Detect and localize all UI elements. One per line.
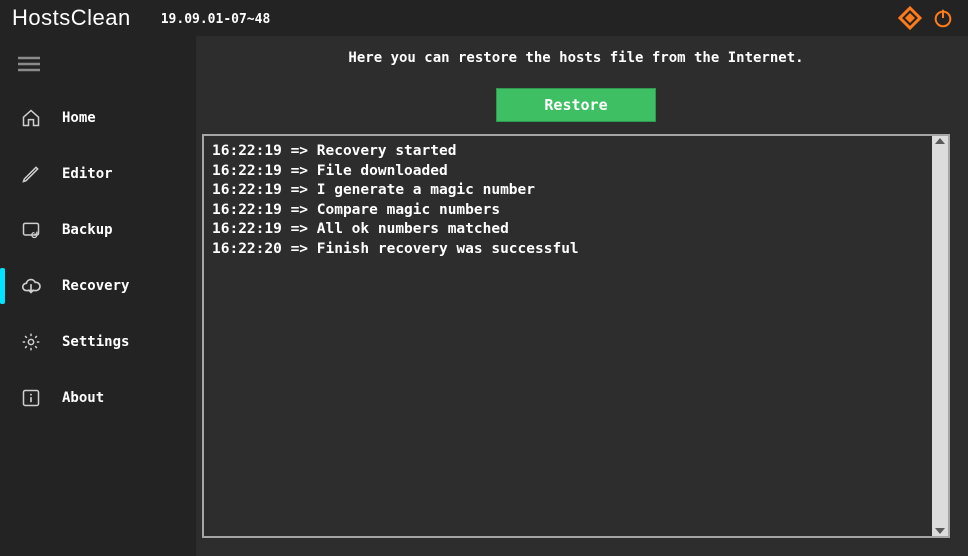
log-line: 16:22:19 => Recovery started	[212, 142, 924, 162]
app-body: Home Editor Backup	[0, 36, 968, 556]
log-line: 16:22:19 => Compare magic numbers	[212, 201, 924, 221]
sidebar-item-backup[interactable]: Backup	[0, 202, 196, 258]
sidebar-item-recovery[interactable]: Recovery	[0, 258, 196, 314]
scroll-down-icon[interactable]	[935, 528, 945, 534]
log-line: 16:22:20 => Finish recovery was successf…	[212, 240, 924, 260]
button-row: Restore	[202, 88, 950, 122]
pencil-icon	[20, 164, 42, 184]
log-output: 16:22:19 => Recovery started16:22:19 => …	[204, 136, 932, 536]
sidebar-item-label: Backup	[62, 222, 113, 238]
sidebar-item-label: Editor	[62, 166, 113, 182]
sidebar-item-editor[interactable]: Editor	[0, 146, 196, 202]
backup-icon	[20, 220, 42, 240]
scroll-up-icon[interactable]	[935, 138, 945, 144]
sidebar-item-label: Settings	[62, 334, 129, 350]
title-actions	[898, 6, 954, 30]
log-line: 16:22:19 => I generate a magic number	[212, 181, 924, 201]
main-panel: Here you can restore the hosts file from…	[196, 36, 968, 556]
nav: Home Editor Backup	[0, 90, 196, 426]
scrollbar[interactable]	[932, 136, 948, 536]
app-title: HostsClean	[12, 5, 131, 31]
cloud-icon	[20, 276, 42, 296]
sidebar-item-settings[interactable]: Settings	[0, 314, 196, 370]
home-icon	[20, 108, 42, 128]
info-icon	[20, 388, 42, 408]
sidebar: Home Editor Backup	[0, 36, 196, 556]
brand-icon[interactable]	[898, 6, 922, 30]
power-icon[interactable]	[932, 7, 954, 29]
sidebar-item-home[interactable]: Home	[0, 90, 196, 146]
restore-button[interactable]: Restore	[496, 88, 656, 122]
sidebar-item-label: Home	[62, 110, 96, 126]
gear-icon	[20, 332, 42, 352]
sidebar-item-label: About	[62, 390, 104, 406]
page-description: Here you can restore the hosts file from…	[202, 50, 950, 66]
log-line: 16:22:19 => All ok numbers matched	[212, 220, 924, 240]
title-bar: HostsClean 19.09.01-07~48	[0, 0, 968, 36]
menu-toggle[interactable]	[0, 44, 196, 84]
log-panel: 16:22:19 => Recovery started16:22:19 => …	[202, 134, 950, 538]
log-line: 16:22:19 => File downloaded	[212, 162, 924, 182]
sidebar-item-label: Recovery	[62, 278, 129, 294]
app-window: HostsClean 19.09.01-07~48	[0, 0, 968, 556]
sidebar-item-about[interactable]: About	[0, 370, 196, 426]
app-version: 19.09.01-07~48	[161, 12, 271, 27]
